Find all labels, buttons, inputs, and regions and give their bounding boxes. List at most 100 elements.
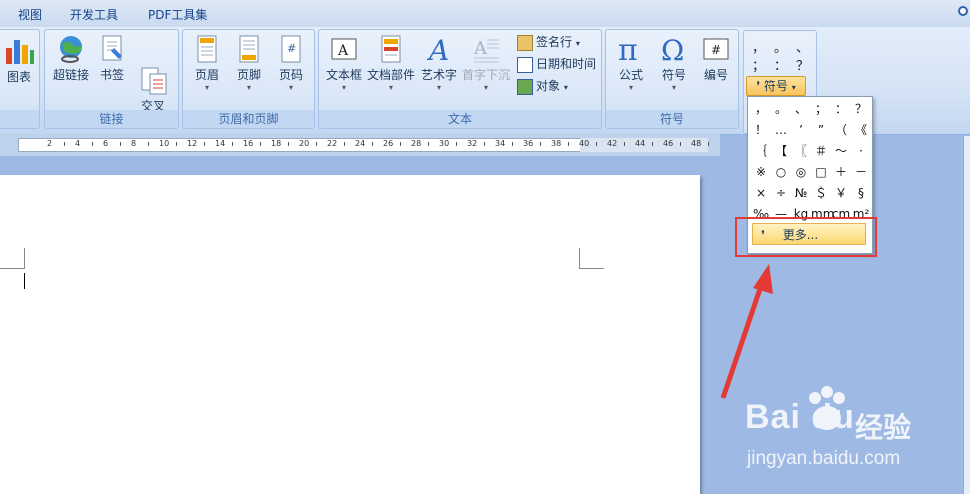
symbol-cell[interactable]: （ — [831, 120, 851, 140]
page-number-dropdown-icon: ▾ — [288, 83, 293, 92]
globe-link-icon — [56, 34, 86, 64]
symbol-cell[interactable]: × — [751, 183, 771, 203]
symbol-cell[interactable]: · — [851, 141, 871, 161]
symbol-cell[interactable]: ￥ — [831, 183, 851, 203]
object-button[interactable]: 对象 ▾ — [517, 76, 568, 96]
symbol-cell[interactable]: 《 — [851, 120, 871, 140]
symbol-cell[interactable]: ” — [811, 120, 831, 140]
quick-parts-label: 文档部件 — [366, 68, 415, 82]
group-header-footer-label: 页眉和页脚 — [183, 110, 314, 128]
watermark-brand: Bai du — [745, 398, 855, 436]
textbox-button[interactable]: A 文本框 ▾ — [323, 34, 365, 93]
textbox-label: 文本框 — [325, 68, 362, 82]
omega-icon: Ω — [659, 34, 689, 67]
symbol-cell[interactable]: ； — [811, 99, 831, 119]
equation-button[interactable]: π 公式 ▾ — [610, 33, 652, 93]
drop-cap-dropdown-icon: ▾ — [483, 83, 488, 92]
date-time-label: 日期和时间 — [536, 57, 597, 71]
ruler-tick — [596, 142, 597, 146]
symbol-cell[interactable]: § — [851, 183, 871, 203]
drop-cap-button[interactable]: A 首字下沉 ▾ — [461, 34, 511, 93]
ruler-tick — [260, 142, 261, 146]
symbol-cell[interactable]: 、 — [791, 99, 811, 119]
panel-symbol[interactable]: ； — [752, 55, 765, 74]
textbox-icon: A — [329, 34, 359, 64]
symbol-cell[interactable]: ： — [831, 99, 851, 119]
help-icon[interactable] — [958, 6, 968, 16]
symbol-label: 符号 — [661, 68, 686, 82]
svg-text:A: A — [473, 38, 488, 59]
ruler-tick — [120, 142, 121, 146]
symbol-cell[interactable]: ○ — [771, 162, 791, 182]
symbol-cell[interactable]: ※ — [751, 162, 771, 182]
panel-symbol[interactable]: 、 — [796, 37, 809, 56]
symbol-cell[interactable]: ？ — [851, 99, 871, 119]
panel-symbol[interactable]: ： — [774, 55, 787, 74]
numbering-button[interactable]: # 编号 — [696, 34, 736, 83]
textbox-dropdown-icon: ▾ — [341, 83, 346, 92]
date-time-button[interactable]: 日期和时间 — [517, 54, 596, 74]
group-header-footer: 页眉 ▾ 页脚 ▾ # 页码 ▾ 页眉和页脚 — [182, 29, 315, 129]
ruler-number: 20 — [299, 139, 310, 148]
ruler-tick — [568, 142, 569, 146]
ruler-number: 46 — [663, 139, 674, 148]
quick-parts-icon — [376, 34, 406, 64]
ruler-number: 16 — [243, 139, 254, 148]
symbol-cell[interactable]: 〖 — [791, 141, 811, 161]
symbol-cell[interactable]: － — [851, 162, 871, 182]
ruler-number: 48 — [691, 139, 702, 148]
symbol-dropdown-icon: ▾ — [671, 83, 676, 92]
special-symbol-button[interactable]: ❜ 符号 ▾ — [746, 76, 806, 96]
footer-button[interactable]: 页脚 ▾ — [229, 34, 269, 93]
ruler-tick — [624, 142, 625, 146]
symbol-button[interactable]: Ω 符号 ▾ — [654, 34, 694, 93]
ruler-number: 22 — [327, 139, 338, 148]
horizontal-ruler[interactable]: 2 4 6 8 10 12 14 16 18 20 22 24 26 28 30 32 34 36 38 40 42 44… — [0, 134, 720, 156]
text-cursor — [24, 273, 25, 289]
symbol-cell[interactable]: 【 — [771, 141, 791, 161]
menu-developer[interactable]: 开发工具 — [70, 6, 118, 23]
symbol-cell[interactable]: … — [771, 120, 791, 140]
ruler-number: 4 — [75, 139, 81, 148]
symbol-cell[interactable]: ＋ — [831, 162, 851, 182]
quick-parts-dropdown-icon: ▾ — [388, 83, 393, 92]
symbol-cell[interactable]: ！ — [751, 120, 771, 140]
ruler-tick — [316, 142, 317, 146]
margin-corner-right — [579, 248, 604, 269]
symbol-cell[interactable]: № — [791, 183, 811, 203]
ruler-tick — [484, 142, 485, 146]
ruler-tick — [512, 142, 513, 146]
bookmark-button[interactable]: 书签 — [95, 34, 129, 83]
header-label: 页眉 — [194, 68, 219, 82]
header-button[interactable]: 页眉 ▾ — [187, 34, 227, 93]
menu-pdf-tools[interactable]: PDF工具集 — [148, 6, 207, 23]
symbol-cell[interactable]: ＄ — [811, 183, 831, 203]
symbol-cell[interactable]: □ — [811, 162, 831, 182]
symbol-cell[interactable]: ～ — [831, 141, 851, 161]
symbol-cell[interactable]: ’ — [791, 120, 811, 140]
panel-symbol[interactable]: ， — [752, 37, 765, 56]
symbol-cell[interactable]: ＃ — [811, 141, 831, 161]
quick-parts-button[interactable]: 文档部件 ▾ — [365, 34, 417, 93]
object-icon — [517, 78, 533, 95]
page-number-button[interactable]: # 页码 ▾ — [271, 34, 311, 93]
ruler-number: 6 — [103, 139, 109, 148]
document-page[interactable] — [0, 175, 700, 494]
group-symbols: π 公式 ▾ Ω 符号 ▾ # 编号 符号 — [605, 29, 739, 129]
chart-button[interactable]: 图表 — [1, 36, 37, 85]
menu-view[interactable]: 视图 — [18, 6, 42, 23]
panel-symbol[interactable]: ？ — [796, 55, 809, 74]
symbol-cell[interactable]: ◎ — [791, 162, 811, 182]
symbol-cell[interactable]: ｛ — [751, 141, 771, 161]
symbol-cell[interactable]: ， — [751, 99, 771, 119]
panel-symbol[interactable]: 。 — [774, 37, 787, 56]
wordart-button[interactable]: A 艺术字 ▾ — [419, 34, 459, 93]
number-icon: # — [701, 34, 731, 64]
signature-line-button[interactable]: 签名行 ▾ — [517, 32, 580, 52]
symbol-cell[interactable]: 。 — [771, 99, 791, 119]
chart-icon — [4, 36, 34, 66]
group-symbols-label: 符号 — [606, 110, 738, 128]
ruler-number: 40 — [579, 139, 590, 148]
symbol-cell[interactable]: ÷ — [771, 183, 791, 203]
hyperlink-button[interactable]: 超链接 — [49, 34, 93, 83]
